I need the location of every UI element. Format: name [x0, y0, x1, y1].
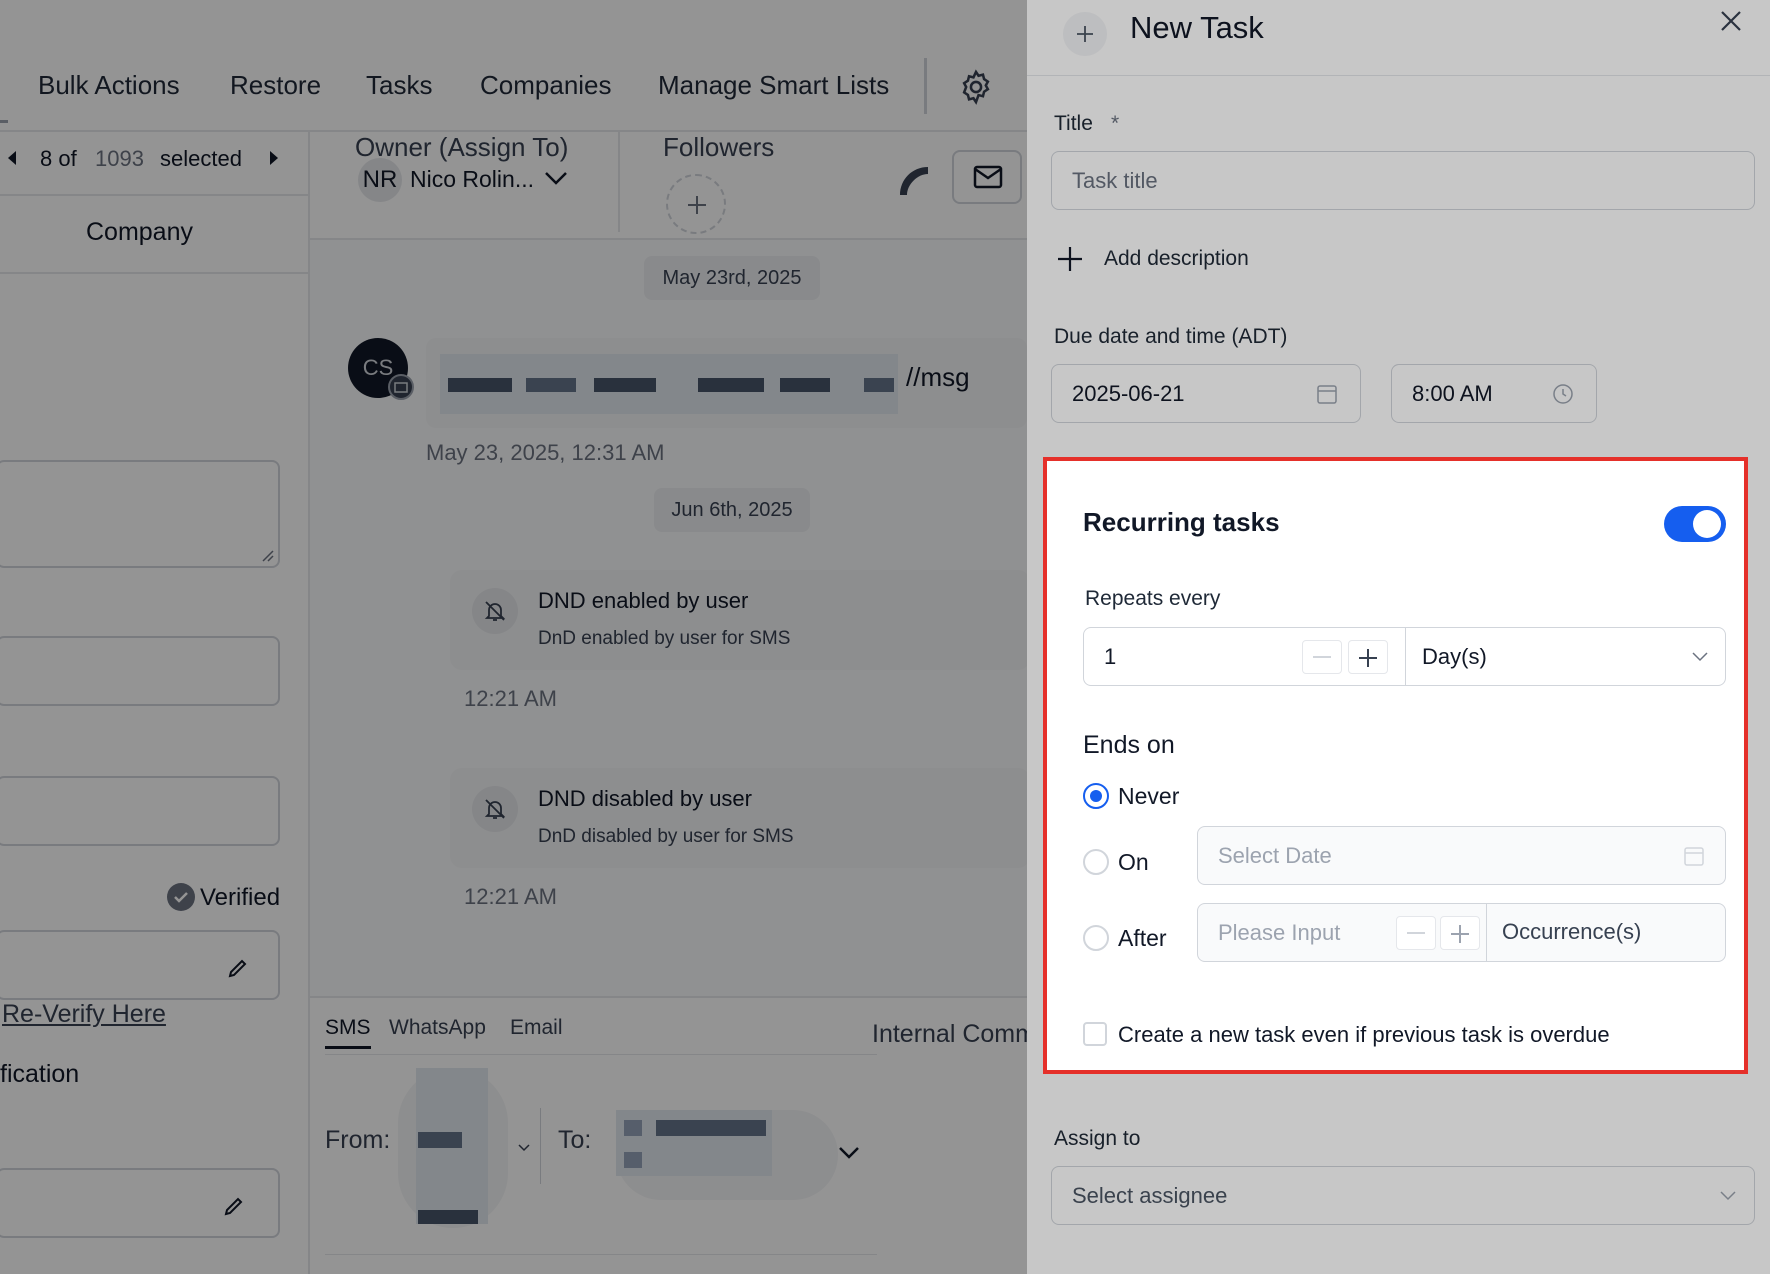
recurring-toggle[interactable]: [1664, 506, 1726, 542]
add-description-button[interactable]: Add description: [1104, 247, 1249, 271]
task-title-placeholder: Task title: [1072, 167, 1158, 193]
plus-icon: [1359, 649, 1377, 667]
minus-icon: [1313, 656, 1331, 658]
required-mark: *: [1111, 112, 1120, 135]
overdue-checkbox-label[interactable]: Create a new task even if previous task …: [1118, 1022, 1610, 1048]
chevron-down-icon[interactable]: [1692, 652, 1708, 662]
occurrence-input-group: Please Input Occurrence(s): [1197, 903, 1726, 962]
assignee-placeholder: Select assignee: [1072, 1182, 1228, 1208]
ends-on-label: Ends on: [1083, 731, 1175, 759]
plus-icon[interactable]: [1057, 246, 1083, 272]
due-time-input[interactable]: 8:00 AM: [1391, 364, 1597, 423]
plus-icon: [1451, 925, 1469, 943]
modal-backdrop[interactable]: [0, 0, 1027, 1274]
decrement-button[interactable]: [1396, 916, 1436, 950]
repeat-interval-group: 1 Day(s): [1083, 627, 1726, 686]
increment-button[interactable]: [1440, 916, 1480, 950]
occurrences-label: Occurrence(s): [1502, 919, 1642, 944]
radio-after-label[interactable]: After: [1118, 925, 1167, 952]
minus-icon: [1407, 932, 1425, 934]
repeat-unit-select[interactable]: Day(s): [1422, 644, 1487, 670]
chevron-down-icon: [1720, 1191, 1736, 1201]
decrement-button[interactable]: [1302, 640, 1342, 674]
divider: [1405, 628, 1406, 685]
recurring-heading: Recurring tasks: [1083, 507, 1280, 537]
radio-on-label[interactable]: On: [1118, 849, 1149, 876]
radio-after[interactable]: [1083, 925, 1109, 951]
clock-icon: [1553, 384, 1573, 404]
overdue-checkbox[interactable]: [1083, 1022, 1107, 1046]
radio-never[interactable]: [1083, 783, 1109, 809]
please-input-placeholder[interactable]: Please Input: [1218, 920, 1340, 946]
highlight-focus: Recurring tasks Repeats every 1 Day(s) E…: [1043, 457, 1748, 1074]
select-date-placeholder: Select Date: [1218, 842, 1332, 868]
assignee-select[interactable]: Select assignee: [1051, 1166, 1755, 1225]
recurring-tasks-section: Recurring tasks Repeats every 1 Day(s) E…: [1043, 457, 1748, 1074]
due-date-input[interactable]: 2025-06-21: [1051, 364, 1361, 423]
task-title-input[interactable]: Task title: [1051, 151, 1755, 210]
close-icon[interactable]: [1720, 10, 1742, 32]
title-label: Title: [1054, 112, 1093, 135]
divider: [1486, 904, 1487, 961]
toggle-knob: [1693, 510, 1721, 538]
increment-button[interactable]: [1348, 640, 1388, 674]
due-label: Due date and time (ADT): [1054, 325, 1288, 348]
panel-title: New Task: [1130, 10, 1264, 45]
due-time-value: 8:00 AM: [1412, 380, 1493, 406]
task-plus-icon: [1063, 12, 1107, 56]
assign-label: Assign to: [1054, 1127, 1141, 1150]
end-date-input[interactable]: Select Date: [1197, 826, 1726, 885]
panel-header: New Task: [1027, 0, 1770, 76]
radio-never-label[interactable]: Never: [1118, 783, 1179, 810]
repeat-value-input[interactable]: 1: [1104, 644, 1116, 670]
due-date-value: 2025-06-21: [1072, 380, 1185, 406]
radio-on[interactable]: [1083, 849, 1109, 875]
repeats-label: Repeats every: [1085, 587, 1221, 610]
calendar-icon: [1317, 385, 1337, 404]
calendar-icon: [1684, 847, 1704, 866]
